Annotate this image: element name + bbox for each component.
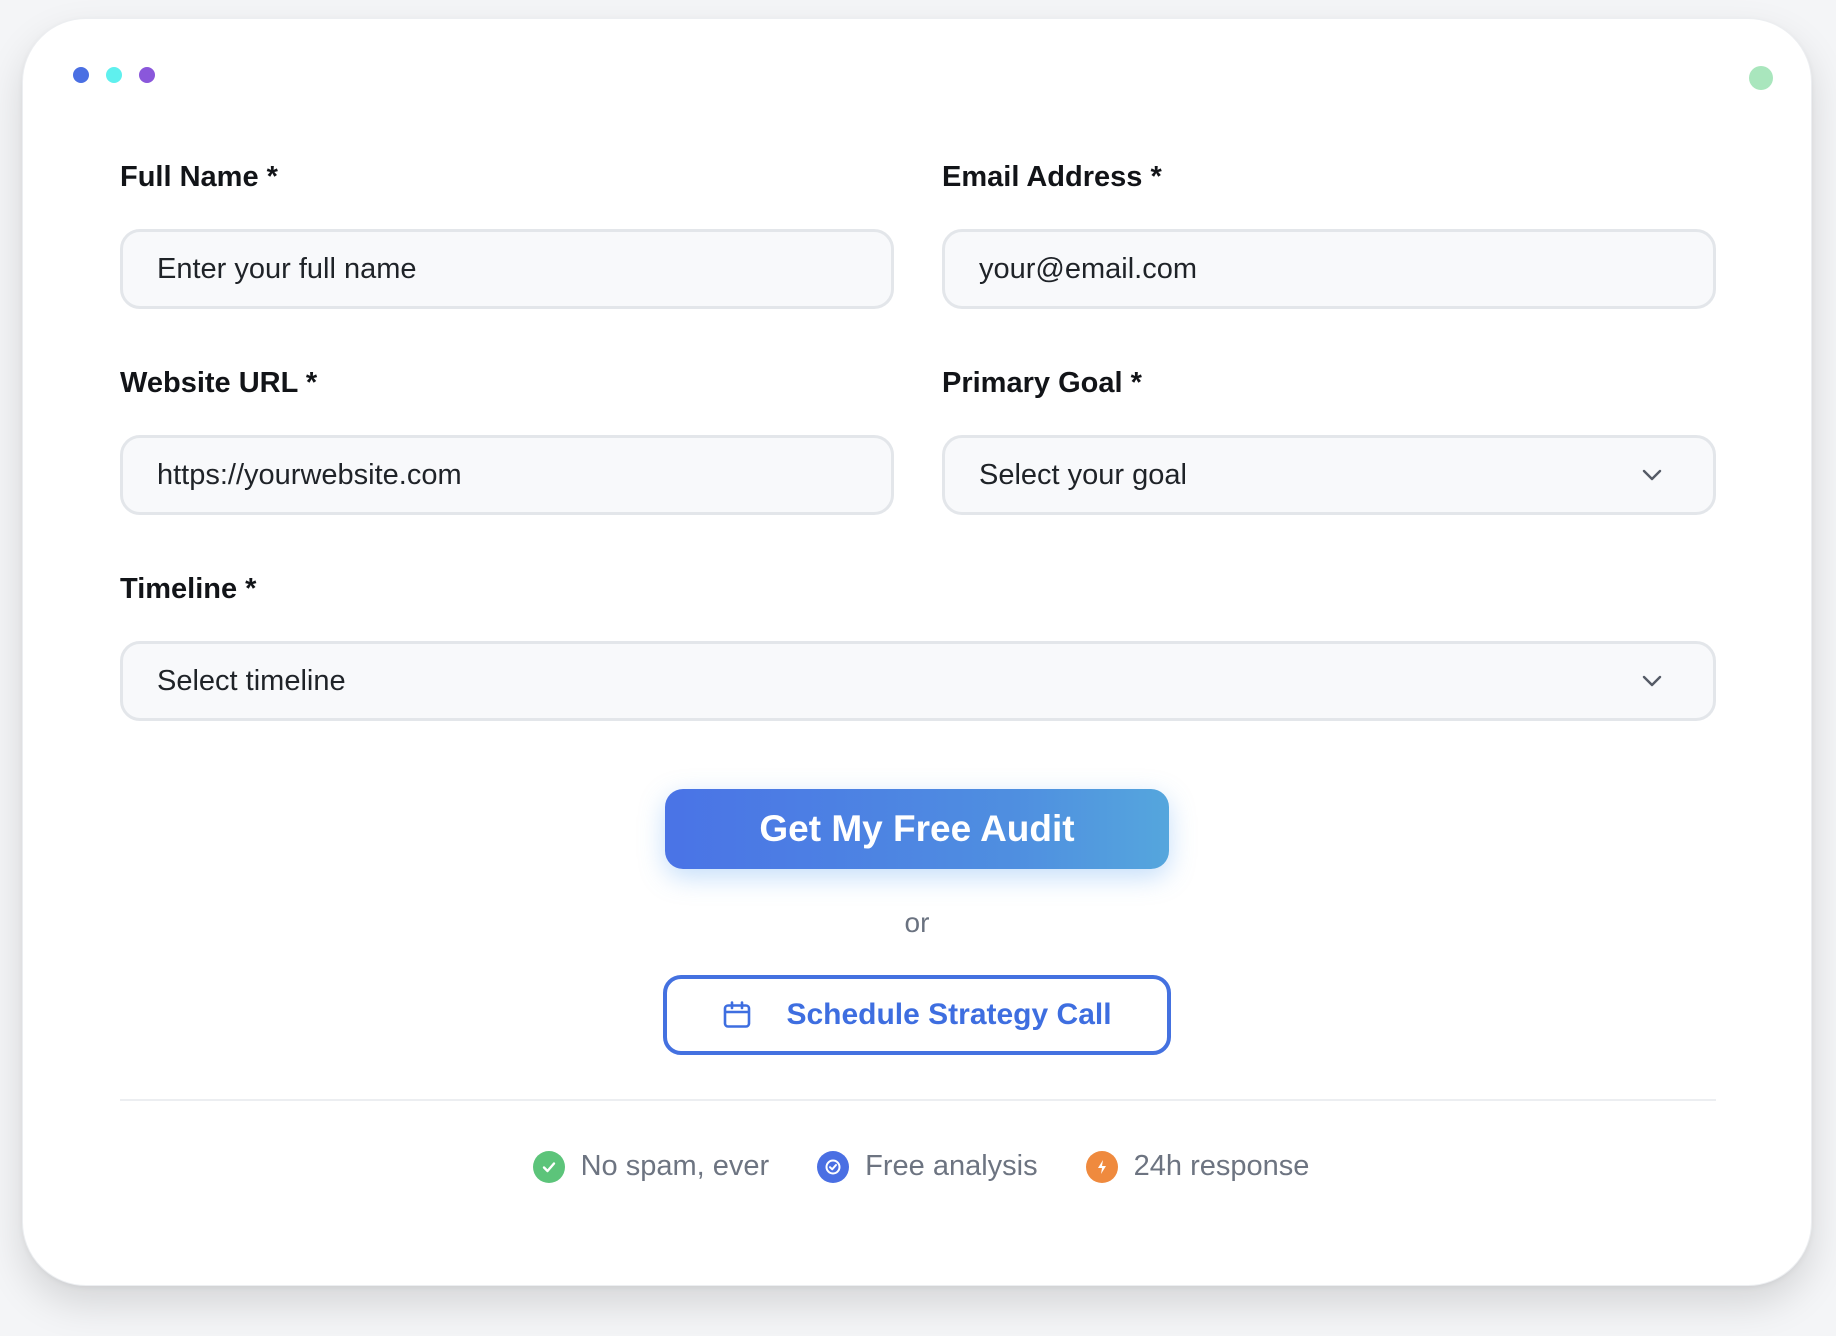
full-name-field: Full Name * Enter your full name xyxy=(120,159,894,309)
chevron-down-icon xyxy=(1639,462,1665,488)
email-placeholder: your@email.com xyxy=(979,252,1197,285)
timeline-select[interactable]: Select timeline xyxy=(120,641,1716,721)
goal-selected-value: Select your goal xyxy=(979,458,1187,491)
goal-field: Primary Goal * Select your goal xyxy=(942,365,1716,515)
badge-24h-response-label: 24h response xyxy=(1133,1150,1310,1182)
form-row-1: Full Name * Enter your full name Email A… xyxy=(120,159,1716,309)
lightning-icon xyxy=(1085,1150,1118,1183)
timeline-field: Timeline * Select timeline xyxy=(120,571,1716,721)
check-icon xyxy=(532,1150,565,1183)
chevron-down-icon xyxy=(1639,668,1665,694)
form-row-2: Website URL * https://yourwebsite.com Pr… xyxy=(120,365,1716,515)
website-label: Website URL * xyxy=(120,367,318,399)
timeline-label: Timeline * xyxy=(120,573,257,605)
badge-no-spam-label: No spam, ever xyxy=(580,1150,770,1182)
audit-form: Full Name * Enter your full name Email A… xyxy=(120,159,1716,777)
email-label: Email Address * xyxy=(942,161,1162,193)
website-field: Website URL * https://yourwebsite.com xyxy=(120,365,894,515)
form-row-3: Timeline * Select timeline xyxy=(120,571,1716,721)
status-indicator xyxy=(1749,66,1773,90)
badge-free-analysis: Free analysis xyxy=(817,1150,1038,1183)
calendar-icon xyxy=(722,1000,752,1030)
email-input[interactable]: your@email.com xyxy=(942,229,1716,309)
schedule-call-button[interactable]: Schedule Strategy Call xyxy=(663,975,1171,1055)
full-name-input[interactable]: Enter your full name xyxy=(120,229,894,309)
website-input[interactable]: https://yourwebsite.com xyxy=(120,435,894,515)
window-dot-blue xyxy=(73,67,89,83)
website-placeholder: https://yourwebsite.com xyxy=(157,458,462,491)
form-actions: Get My Free Audit or Schedule Strategy C… xyxy=(23,789,1811,1055)
badge-24h-response: 24h response xyxy=(1085,1150,1310,1183)
trust-badges: No spam, ever Free analysis 24h response xyxy=(23,1150,1811,1183)
get-free-audit-button[interactable]: Get My Free Audit xyxy=(665,789,1169,869)
badge-no-spam: No spam, ever xyxy=(532,1150,770,1183)
timeline-selected-value: Select timeline xyxy=(157,664,346,697)
window-dot-purple xyxy=(139,67,155,83)
form-card: Full Name * Enter your full name Email A… xyxy=(22,18,1812,1286)
goal-select[interactable]: Select your goal xyxy=(942,435,1716,515)
window-dots xyxy=(73,67,155,83)
full-name-label: Full Name * xyxy=(120,161,278,193)
badge-free-analysis-label: Free analysis xyxy=(865,1150,1038,1182)
full-name-placeholder: Enter your full name xyxy=(157,252,417,285)
check-circle-icon xyxy=(817,1150,850,1183)
goal-label: Primary Goal * xyxy=(942,367,1142,399)
or-separator: or xyxy=(904,907,930,938)
email-field: Email Address * your@email.com xyxy=(942,159,1716,309)
divider xyxy=(120,1099,1716,1101)
window-dot-cyan xyxy=(106,67,122,83)
schedule-call-label: Schedule Strategy Call xyxy=(786,998,1112,1031)
